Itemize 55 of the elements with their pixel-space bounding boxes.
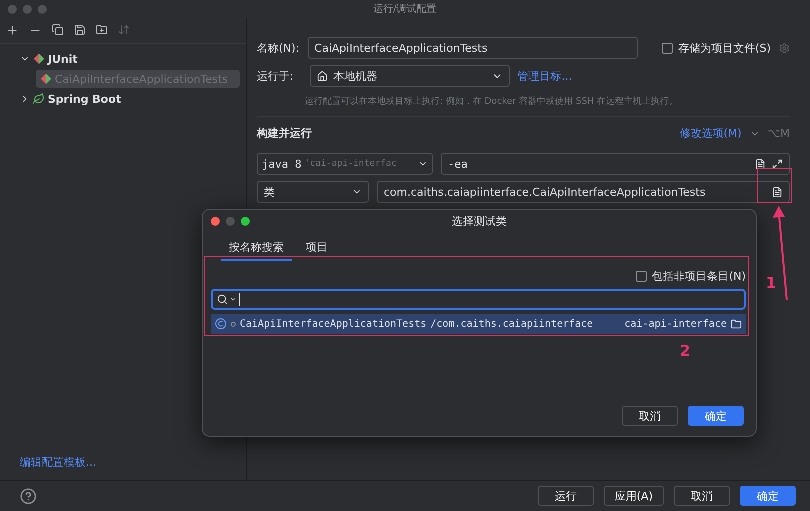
shortcut-hint: ⌥M [768, 127, 790, 140]
window-title: 运行/调试配置 [373, 2, 437, 16]
ok-button[interactable]: 确定 [688, 406, 744, 426]
store-checkbox[interactable]: 存储为项目文件(S) [662, 40, 771, 56]
run-on-hint: 运行配置可以在本地或目标上执行: 例如，在 Docker 容器中或使用 SSH 在远程主机上执行。 [305, 96, 678, 108]
footer-button[interactable]: 运行 [538, 486, 594, 506]
junit-icon [40, 73, 52, 85]
close-button[interactable] [211, 217, 220, 226]
document-icon[interactable] [772, 186, 783, 198]
vm-options-field[interactable]: -ea [441, 153, 790, 175]
edit-templates-link[interactable]: 编辑配置模板... [20, 456, 96, 469]
name-field[interactable]: CaiApiInterfaceApplicationTests [308, 37, 638, 59]
class-kind-dropdown[interactable]: 类 [257, 181, 369, 203]
jre-dropdown[interactable]: java 8 'cai-api-interfac [257, 153, 433, 175]
zoom-button[interactable] [241, 217, 250, 226]
search-field[interactable] [211, 289, 746, 310]
name-label: 名称(N): [257, 40, 300, 56]
chevron-down-icon [230, 296, 237, 303]
save-icon[interactable] [74, 24, 86, 36]
package-name: /com.caiths.caiapiinterface [430, 318, 594, 330]
footer-button[interactable]: 取消 [674, 486, 730, 506]
include-checkbox[interactable]: 包括非项目条目(N) [636, 268, 746, 284]
dialog-title: 选择测试类 [452, 214, 507, 228]
class-field[interactable]: com.caiths.caiapiinterface.CaiApiInterfaceApplicationTests [377, 181, 790, 203]
copy-icon[interactable] [52, 24, 64, 36]
module-name: cai-api-interface [624, 318, 727, 330]
document-icon[interactable] [755, 158, 766, 170]
search-icon [217, 294, 228, 305]
result-row[interactable]: CaiApiInterfaceApplicationTests /com.caiths.caiapiinterface cai-api-interface [211, 314, 746, 334]
tab[interactable]: 项目 [298, 238, 336, 261]
cancel-button[interactable]: 取消 [622, 406, 678, 426]
dot-icon [231, 322, 236, 326]
add-icon[interactable] [6, 24, 19, 37]
tree-item[interactable]: JUnit [16, 50, 240, 68]
junit-icon [33, 53, 45, 65]
leaf-icon [33, 93, 45, 105]
modify-options-link[interactable]: 修改选项(M) [680, 126, 742, 141]
footer-button[interactable]: 应用(A) [604, 486, 664, 506]
tree-item[interactable]: Spring Boot [16, 90, 240, 108]
class-name: CaiApiInterfaceApplicationTests [240, 318, 427, 330]
ok-button[interactable]: 确定 [740, 486, 796, 506]
home-icon [316, 70, 328, 82]
run-on-label: 运行于: [257, 68, 294, 84]
manage-targets-link[interactable]: 管理目标... [518, 68, 572, 84]
expand-icon[interactable] [772, 158, 783, 170]
folder-icon[interactable] [96, 24, 108, 36]
run-on-dropdown[interactable]: 本地机器 [310, 65, 510, 87]
highlight-frame [757, 168, 792, 203]
section-title: 构建并运行 [257, 126, 312, 141]
tab[interactable]: 按名称搜索 [221, 238, 292, 261]
help-icon[interactable] [20, 488, 37, 504]
class-icon [215, 318, 227, 330]
annotation-number: 2 [680, 342, 690, 360]
folder-icon [731, 318, 742, 330]
annotation-number: 1 [766, 274, 776, 292]
